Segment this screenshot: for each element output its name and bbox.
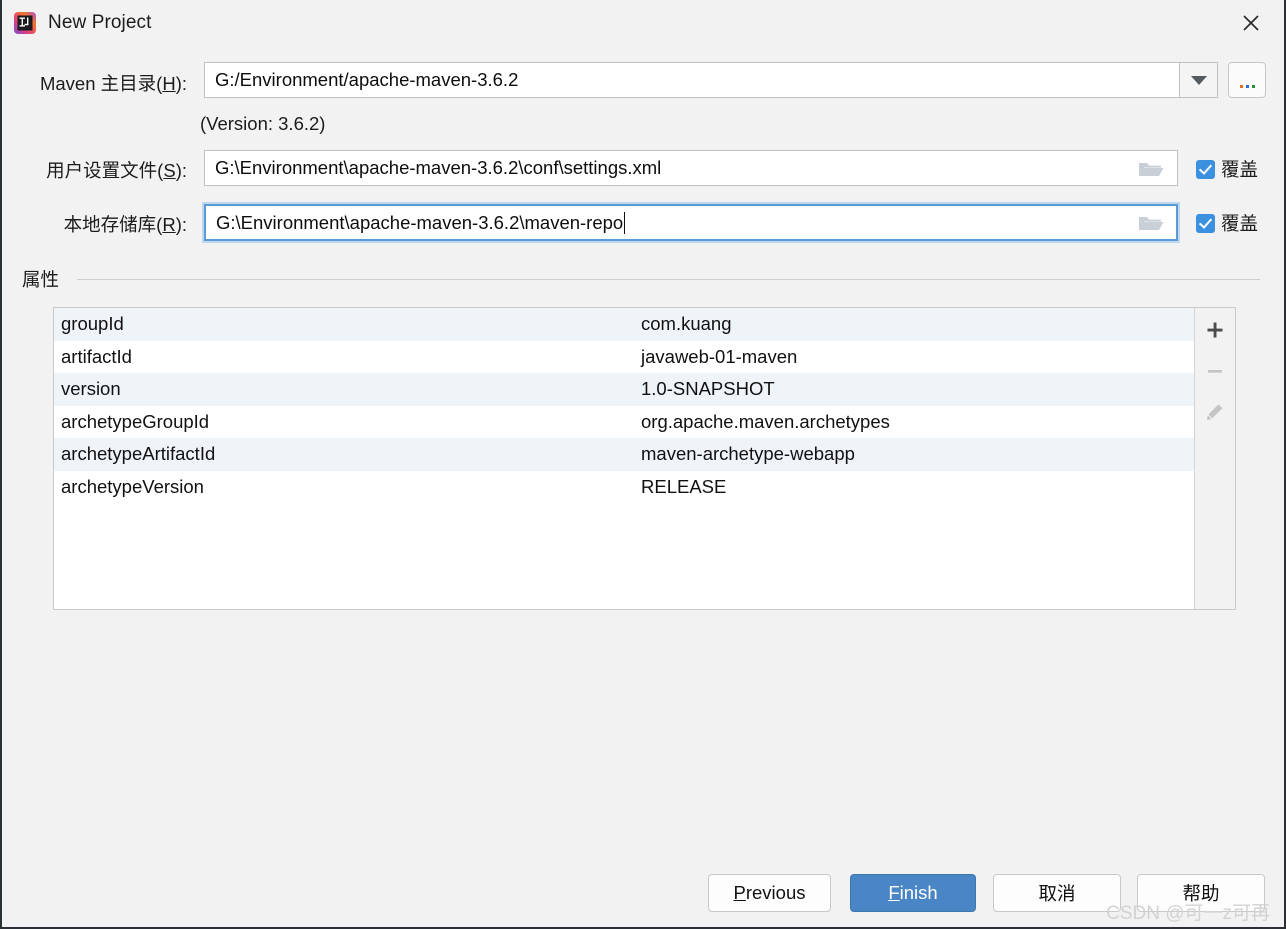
group-separator (77, 279, 1260, 280)
ellipsis-icon (1239, 85, 1255, 88)
plus-icon (1207, 322, 1223, 338)
property-key: version (61, 378, 121, 400)
close-icon[interactable] (1236, 8, 1266, 38)
property-key: archetypeVersion (61, 475, 204, 497)
property-value: javaweb-01-maven (641, 345, 798, 367)
local-repo-label: 本地存储库(R): (63, 214, 187, 235)
title-bar: New Project (2, 0, 1284, 46)
properties-table-toolbar (1194, 308, 1235, 609)
local-repo-override-checkbox[interactable] (1196, 213, 1215, 233)
text-caret (624, 211, 626, 234)
finish-button-label: Finish (888, 882, 937, 904)
table-row[interactable]: groupId com.kuang (54, 308, 1194, 341)
property-key: archetypeArtifactId (61, 443, 216, 465)
intellij-idea-icon (14, 12, 36, 34)
settings-file-override-label: 覆盖 (1221, 159, 1259, 180)
properties-table: groupId com.kuang artifactId javaweb-01-mav… (53, 307, 1236, 610)
finish-button[interactable]: Finish (850, 874, 976, 912)
footer-separator (2, 862, 1284, 863)
property-value: 1.0-SNAPSHOT (641, 378, 775, 400)
minus-icon (1208, 370, 1222, 373)
local-repo-override-row[interactable]: 覆盖 (1196, 210, 1258, 236)
maven-home-label-suffix: : (181, 73, 187, 94)
property-key: artifactId (61, 345, 132, 367)
table-row[interactable]: artifactId javaweb-01-maven (54, 341, 1194, 374)
cancel-button-label: 取消 (1038, 883, 1076, 904)
chevron-down-icon (1190, 75, 1207, 85)
previous-button-label: Previous (734, 882, 806, 904)
help-button-label: 帮助 (1182, 883, 1220, 904)
cancel-button[interactable]: 取消 (993, 874, 1121, 912)
settings-file-input[interactable]: G:\Environment\apache-maven-3.6.2\conf\s… (204, 150, 1178, 186)
settings-file-override-row[interactable]: 覆盖 (1196, 156, 1258, 182)
local-repo-label-suffix: : (181, 214, 187, 235)
maven-home-label-cn: 主目录 (100, 73, 157, 94)
pencil-icon (1206, 404, 1223, 420)
maven-home-mnemonic: H (162, 73, 176, 94)
previous-text: revious (745, 882, 806, 903)
local-repo-override-label: 覆盖 (1221, 213, 1259, 234)
finish-mnemonic: F (888, 882, 900, 903)
maven-version-note: (Version: 3.6.2) (200, 113, 326, 134)
window-title: New Project (48, 12, 152, 33)
folder-open-icon[interactable] (1138, 213, 1164, 233)
property-key: groupId (61, 313, 124, 335)
finish-text: inish (899, 882, 938, 903)
property-value: com.kuang (641, 313, 732, 335)
property-value: maven-archetype-webapp (641, 443, 855, 465)
property-value: org.apache.maven.archetypes (641, 410, 890, 432)
add-property-button[interactable] (1201, 316, 1229, 344)
table-row[interactable]: archetypeArtifactId maven-archetype-webap… (54, 438, 1194, 471)
edit-property-button[interactable] (1201, 398, 1229, 426)
settings-file-mnemonic: S (163, 160, 176, 181)
local-repo-mnemonic: R (162, 214, 176, 235)
new-project-dialog: New Project Maven 主目录(H): G:/Environment… (0, 0, 1286, 929)
settings-file-label: 用户设置文件(S): (46, 160, 187, 181)
maven-home-label: Maven 主目录(H): (39, 73, 187, 94)
settings-file-label-suffix: : (181, 160, 187, 181)
previous-button[interactable]: Previous (708, 874, 831, 912)
maven-home-input[interactable]: G:/Environment/apache-maven-3.6.2 (204, 62, 1180, 98)
maven-home-label-prefix: Maven (39, 73, 101, 94)
property-value: RELEASE (641, 475, 727, 497)
table-row[interactable]: version 1.0-SNAPSHOT (54, 373, 1194, 406)
settings-file-label-cn: 用户设置文件 (46, 160, 158, 181)
local-repo-label-cn: 本地存储库 (63, 214, 157, 235)
help-button[interactable]: 帮助 (1137, 874, 1265, 912)
maven-home-browse-button[interactable] (1228, 62, 1266, 98)
remove-property-button[interactable] (1201, 357, 1229, 385)
properties-table-body[interactable]: groupId com.kuang artifactId javaweb-01-mav… (54, 308, 1194, 609)
folder-open-icon[interactable] (1138, 159, 1164, 179)
maven-home-dropdown-button[interactable] (1180, 62, 1218, 98)
properties-group-title: 属性 (22, 266, 68, 292)
table-row[interactable]: archetypeVersion RELEASE (54, 471, 1194, 504)
local-repo-value: G:\Environment\apache-maven-3.6.2\maven-… (216, 211, 624, 233)
settings-file-override-checkbox[interactable] (1196, 159, 1215, 179)
settings-file-value: G:\Environment\apache-maven-3.6.2\conf\s… (215, 157, 662, 178)
previous-mnemonic: P (733, 882, 746, 903)
maven-home-value: G:/Environment/apache-maven-3.6.2 (215, 69, 519, 90)
table-row[interactable]: archetypeGroupId org.apache.maven.archety… (54, 406, 1194, 439)
local-repo-input[interactable]: G:\Environment\apache-maven-3.6.2\maven-… (204, 204, 1178, 241)
property-key: archetypeGroupId (61, 410, 210, 432)
